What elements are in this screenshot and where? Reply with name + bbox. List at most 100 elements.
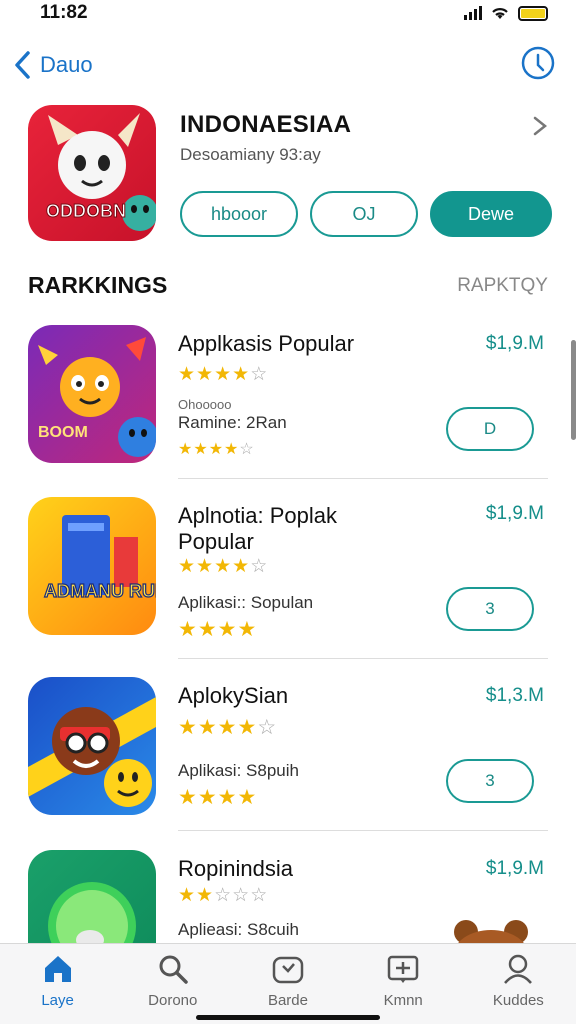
app-icon [28,677,156,815]
app-secondary-stars: ★★★★ [178,785,257,810]
tab-label: Kmnn [383,992,423,1009]
tab-apps[interactable]: Kmnn [353,952,453,1024]
star-filled-icon: ★ [214,556,233,577]
app-sub-small: Ohooooo [178,397,232,412]
info-icon [521,46,555,79]
app-row[interactable]: AplokySian $1,3.M ★★★★☆ Aplikasi: S8puih… [28,677,548,827]
app-rating-stars: ★★☆☆☆ [178,884,268,907]
star-filled-icon: ★ [197,618,218,641]
search-icon [159,955,188,984]
rankings-header: RARKKINGS RAPKTQY [28,272,548,299]
app-row[interactable]: BOOM Applkasis Popular $1,9.M ★★★★☆ Ohoo… [28,325,548,475]
app-get-button[interactable]: 3 [446,759,534,803]
app-row[interactable]: ADMANU RUNS Aplnotia: Poplak Popular $1,… [28,497,548,647]
rankings-see-all-link[interactable]: RAPKTQY [457,275,548,297]
app-subtitle: Ramine: 2Ran [178,413,287,432]
games-icon [272,956,304,984]
featured-app: ODDOBN INDONAESIAA Desoamiany 93:ay hboo… [28,105,553,245]
tab-search[interactable]: Dorono [123,952,223,1024]
star-filled-icon: ★ [178,441,194,458]
app-icon-text: BOOM [38,424,88,441]
mascot-icon: ODDOBN [46,113,156,231]
tab-account[interactable]: Kuddes [468,952,568,1024]
featured-app-title: INDONAESIAA [180,111,352,138]
featured-button-2[interactable]: OJ [310,191,418,237]
app-price: $1,9.M [485,333,544,354]
star-filled-icon: ★ [237,716,258,739]
featured-primary-button[interactable]: Dewe [430,191,552,237]
app-icon: BOOM [28,325,156,463]
star-filled-icon: ★ [232,364,251,385]
back-label: Dauo [40,52,93,77]
chevron-left-icon [15,51,30,79]
star-filled-icon: ★ [224,441,240,458]
app-name: Aplnotia: Poplak Popular [178,503,337,554]
tab-label: Laye [41,992,74,1009]
app-name: Ropinindsia [178,856,293,881]
featured-icon-text: ODDOBN [46,201,126,221]
scrollbar[interactable] [571,340,576,440]
featured-app-subtitle: Desoamiany 93:ay [180,145,321,164]
rankings-title: RARKKINGS [28,272,168,298]
star-empty-icon: ☆ [257,716,278,739]
app-icon [28,850,156,943]
tab-games[interactable]: Barde [238,952,338,1024]
star-filled-icon: ★ [214,364,233,385]
star-filled-icon: ★ [178,885,197,906]
wifi-icon [492,8,508,19]
star-empty-icon: ☆ [232,885,251,906]
app-rating-stars: ★★★★☆ [178,555,268,578]
app-rating-stars: ★★★★☆ [178,715,277,740]
star-filled-icon: ★ [178,364,197,385]
tab-label: Kuddes [492,992,544,1009]
status-time: 11:82 [40,2,88,23]
tab-label: Dorono [148,992,198,1009]
star-filled-icon: ★ [217,716,238,739]
app-price: $1,9.M [485,858,544,879]
app-name: Applkasis Popular [178,331,355,356]
divider [178,830,548,831]
star-filled-icon: ★ [217,618,238,641]
divider [178,478,548,479]
star-filled-icon: ★ [197,716,218,739]
star-filled-icon: ★ [178,716,198,739]
app-rating-stars: ★★★★☆ [178,363,268,386]
star-filled-icon: ★ [237,786,258,809]
tab-label: Barde [267,992,308,1009]
home-indicator[interactable] [196,1015,380,1020]
app-get-button[interactable]: D [446,407,534,451]
star-filled-icon: ★ [178,618,198,641]
back-button[interactable]: Dauo [12,50,93,80]
account-icon [504,954,533,984]
app-icon-text: ADMANU RUNS [44,581,156,601]
info-button[interactable] [520,45,556,86]
star-filled-icon: ★ [196,556,215,577]
battery-icon [518,5,548,21]
star-filled-icon: ★ [178,786,198,809]
featured-actions: hbooor OJ Dewe [180,191,552,237]
star-filled-icon: ★ [196,364,215,385]
app-subtitle: Aplikasi:: Sopulan [178,593,314,612]
star-empty-icon: ☆ [250,885,269,906]
nav-bar: Dauo [0,40,576,90]
app-price: $1,3.M [485,685,544,706]
star-empty-icon: ☆ [250,364,269,385]
status-icons [464,5,548,21]
chevron-right-icon[interactable] [529,115,551,137]
star-filled-icon: ★ [197,786,218,809]
star-filled-icon: ★ [208,441,225,458]
star-empty-icon: ☆ [239,441,255,458]
app-row[interactable]: Ropinindsia $1,9.M ★★☆☆☆ Aplieasi: S8cui… [28,850,548,943]
featured-button-1[interactable]: hbooor [180,191,298,237]
tab-home[interactable]: Laye [8,952,108,1024]
featured-app-icon[interactable]: ODDOBN [28,105,156,241]
star-empty-icon: ☆ [250,556,269,577]
status-bar: 11:82 [0,0,576,26]
bear-mascot-icon [454,920,528,943]
star-filled-icon: ★ [232,556,251,577]
app-price: $1,9.M [485,503,544,524]
app-name: AplokySian [178,683,289,708]
star-filled-icon: ★ [196,885,215,906]
app-secondary-stars: ★★★★☆ [178,439,255,459]
app-get-button[interactable]: 3 [446,587,534,631]
